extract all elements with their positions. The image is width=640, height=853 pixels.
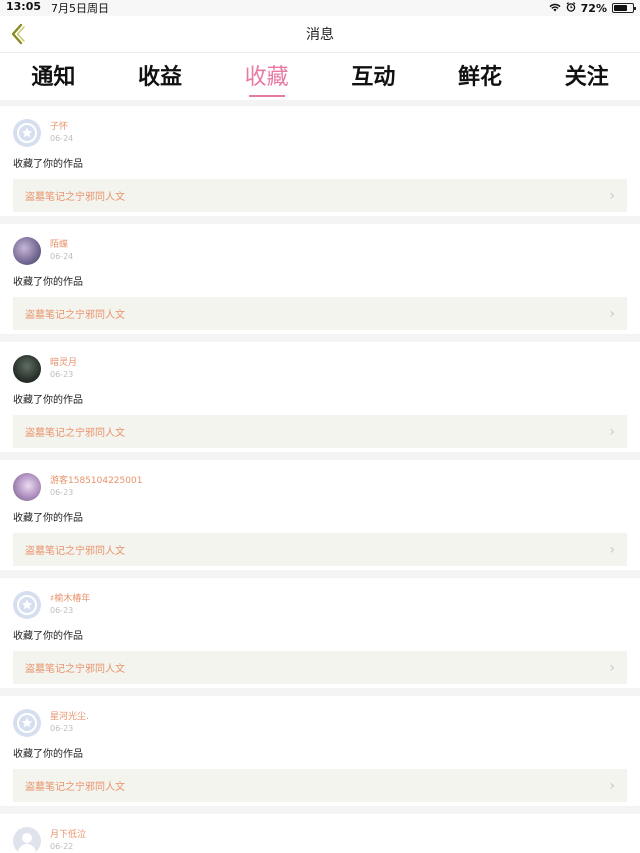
message-item: 暗灵月 06-23 收藏了你的作品盗墓笔记之宁邪同人文 › bbox=[0, 342, 640, 452]
message-date: 06-24 bbox=[50, 252, 74, 261]
work-link[interactable]: 盗墓笔记之宁邪同人文 › bbox=[13, 651, 627, 684]
status-bar: 13:05 7月5日周日 72% bbox=[0, 0, 640, 16]
user-name[interactable]: 游客1585104225001 bbox=[50, 475, 142, 487]
work-link[interactable]: 盗墓笔记之宁邪同人文 › bbox=[13, 769, 627, 802]
message-date: 06-23 bbox=[50, 370, 74, 379]
avatar[interactable] bbox=[13, 591, 41, 619]
message-item: 星河光尘. 06-23 收藏了你的作品盗墓笔记之宁邪同人文 › bbox=[0, 696, 640, 806]
message-date: 06-24 bbox=[50, 134, 74, 143]
user-name[interactable]: ♯榆木椿年 bbox=[50, 593, 90, 605]
message-item: 游客1585104225001 06-23 收藏了你的作品盗墓笔记之宁邪同人文 › bbox=[0, 460, 640, 570]
user-name[interactable]: 子怀 bbox=[50, 121, 73, 133]
action-text: 收藏了你的作品 bbox=[13, 749, 83, 760]
user-meta: 星河光尘. 06-23 bbox=[50, 711, 89, 735]
tab-2[interactable]: 收藏 bbox=[213, 53, 320, 97]
nav-bar: 消息 bbox=[0, 16, 640, 53]
message-header: 暗灵月 06-23 bbox=[13, 354, 627, 384]
work-title: 盗墓笔记之宁邪同人文 bbox=[25, 782, 125, 793]
status-time: 13:05 bbox=[6, 0, 42, 13]
tab-4[interactable]: 鲜花 bbox=[427, 53, 534, 91]
message-header: ♯榆木椿年 06-23 bbox=[13, 590, 627, 620]
action-text: 收藏了你的作品 bbox=[13, 631, 83, 642]
message-item: 子怀 06-24 收藏了你的作品盗墓笔记之宁邪同人文 › bbox=[0, 106, 640, 216]
tab-1[interactable]: 收益 bbox=[107, 53, 214, 91]
avatar[interactable] bbox=[13, 355, 41, 383]
message-header: 陌蝶 06-24 bbox=[13, 236, 627, 266]
message-item: ♯榆木椿年 06-23 收藏了你的作品盗墓笔记之宁邪同人文 › bbox=[0, 578, 640, 688]
wifi-icon bbox=[549, 2, 561, 15]
chevron-right-icon: › bbox=[609, 541, 615, 558]
page-title: 消息 bbox=[306, 27, 334, 43]
tab-bar: 通知 收益 收藏 互动 鲜花 关注 bbox=[0, 53, 640, 100]
action-text: 收藏了你的作品 bbox=[13, 513, 83, 524]
message-item: 陌蝶 06-24 收藏了你的作品盗墓笔记之宁邪同人文 › bbox=[0, 224, 640, 334]
tab-5[interactable]: 关注 bbox=[533, 53, 640, 91]
avatar[interactable] bbox=[13, 827, 41, 853]
back-button[interactable] bbox=[6, 22, 28, 46]
chevron-right-icon: › bbox=[609, 659, 615, 676]
tab-3[interactable]: 互动 bbox=[320, 53, 427, 91]
user-name[interactable]: 陌蝶 bbox=[50, 239, 73, 251]
battery-percent: 72% bbox=[580, 1, 607, 15]
work-link[interactable]: 盗墓笔记之宁邪同人文 › bbox=[13, 533, 627, 566]
user-meta: ♯榆木椿年 06-23 bbox=[50, 593, 90, 617]
alarm-icon bbox=[566, 1, 576, 15]
user-name[interactable]: 暗灵月 bbox=[50, 357, 77, 369]
tab-0[interactable]: 通知 bbox=[0, 53, 107, 91]
message-date: 06-23 bbox=[50, 606, 74, 615]
message-list: 子怀 06-24 收藏了你的作品 盗墓笔记之宁邪同人文 › 陌蝶 06-24 收藏了你的作品盗… bbox=[0, 100, 640, 853]
user-meta: 陌蝶 06-24 bbox=[50, 239, 73, 263]
work-link[interactable]: 盗墓笔记之宁邪同人文 › bbox=[13, 297, 627, 330]
tab-label: 收益 bbox=[138, 65, 183, 90]
tab-label: 关注 bbox=[564, 65, 609, 90]
user-meta: 游客1585104225001 06-23 bbox=[50, 475, 142, 499]
active-tab-indicator bbox=[248, 95, 285, 97]
work-link[interactable]: 盗墓笔记之宁邪同人文 › bbox=[13, 179, 627, 212]
action-text: 收藏了你的作品 bbox=[13, 277, 83, 288]
avatar[interactable] bbox=[13, 237, 41, 265]
user-meta: 月下低泣 06-22 bbox=[50, 829, 86, 853]
user-name[interactable]: 星河光尘. bbox=[50, 711, 89, 723]
avatar[interactable] bbox=[13, 119, 41, 147]
chevron-right-icon: › bbox=[609, 777, 615, 794]
battery-icon bbox=[612, 3, 636, 13]
avatar[interactable] bbox=[13, 709, 41, 737]
work-title: 盗墓笔记之宁邪同人文 bbox=[25, 546, 125, 557]
message-date: 06-23 bbox=[50, 724, 74, 733]
tab-label: 互动 bbox=[351, 65, 396, 90]
work-title: 盗墓笔记之宁邪同人文 bbox=[25, 310, 125, 321]
tab-label: 收藏 bbox=[244, 65, 289, 90]
user-meta: 子怀 06-24 bbox=[50, 121, 73, 145]
message-header: 月下低泣 06-22 bbox=[13, 826, 627, 853]
message-header: 游客1585104225001 06-23 bbox=[13, 472, 627, 502]
chevron-right-icon: › bbox=[609, 305, 615, 322]
user-name[interactable]: 月下低泣 bbox=[50, 829, 86, 841]
message-date: 06-23 bbox=[50, 488, 74, 497]
message-header: 星河光尘. 06-23 bbox=[13, 708, 627, 738]
work-title: 盗墓笔记之宁邪同人文 bbox=[25, 428, 125, 439]
chevron-left-icon bbox=[11, 23, 25, 45]
action-text: 收藏了你的作品 bbox=[13, 159, 83, 170]
message-header: 子怀 06-24 bbox=[13, 118, 627, 148]
message-date: 06-22 bbox=[50, 842, 74, 851]
battery-level bbox=[614, 5, 627, 11]
work-title: 盗墓笔记之宁邪同人文 bbox=[25, 664, 125, 675]
chevron-right-icon: › bbox=[609, 187, 615, 204]
tab-label: 鲜花 bbox=[458, 65, 503, 90]
user-meta: 暗灵月 06-23 bbox=[50, 357, 77, 381]
avatar[interactable] bbox=[13, 473, 41, 501]
status-date: 7月5日周日 bbox=[51, 2, 110, 15]
work-title: 盗墓笔记之宁邪同人文 bbox=[25, 192, 125, 203]
tab-label: 通知 bbox=[31, 65, 76, 90]
work-link[interactable]: 盗墓笔记之宁邪同人文 › bbox=[13, 415, 627, 448]
message-item: 月下低泣 06-22 bbox=[0, 814, 640, 853]
chevron-right-icon: › bbox=[609, 423, 615, 440]
action-text: 收藏了你的作品 bbox=[13, 395, 83, 406]
